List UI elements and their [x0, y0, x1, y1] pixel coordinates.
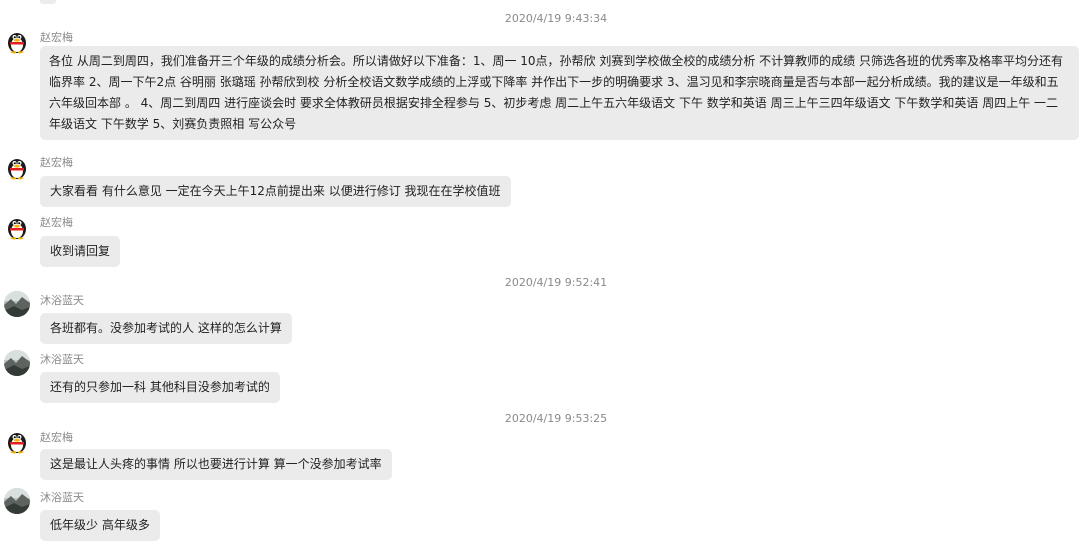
- sender-name: 赵宏梅: [40, 156, 73, 169]
- landscape-photo-avatar-icon[interactable]: [4, 350, 30, 376]
- sender-name: 沐浴蓝天: [40, 294, 84, 307]
- message-bubble[interactable]: 这是最让人头疼的事情 所以也要进行计算 算一个没参加考试率: [40, 449, 392, 480]
- landscape-photo-avatar-icon[interactable]: [4, 291, 30, 317]
- message-bubble[interactable]: 低年级少 高年级多: [40, 510, 160, 541]
- timestamp: 2020/4/19 9:52:41: [504, 276, 608, 289]
- timestamp: 2020/4/19 9:43:34: [504, 12, 608, 25]
- sender-name: 沐浴蓝天: [40, 353, 84, 366]
- timestamp: 2020/4/19 9:53:25: [504, 412, 608, 425]
- message-bubble[interactable]: 大家看看 有什么意见 一定在今天上午12点前提出来 以便进行修订 我现在在学校值…: [40, 176, 511, 207]
- message-bubble[interactable]: 各班都有。没参加考试的人 这样的怎么计算: [40, 313, 292, 344]
- sender-name: 赵宏梅: [40, 216, 73, 229]
- sender-name: 赵宏梅: [40, 31, 73, 44]
- landscape-photo-avatar-icon[interactable]: [4, 488, 30, 514]
- previous-message-bubble-edge: [40, 0, 56, 4]
- sender-name: 沐浴蓝天: [40, 491, 84, 504]
- qq-penguin-avatar-icon[interactable]: [4, 428, 30, 454]
- message-bubble[interactable]: 收到请回复: [40, 236, 121, 267]
- sender-name: 赵宏梅: [40, 431, 73, 444]
- qq-penguin-avatar-icon[interactable]: [4, 154, 30, 180]
- qq-penguin-avatar-icon[interactable]: [4, 28, 30, 54]
- message-bubble[interactable]: 各位 从周二到周四，我们准备开三个年级的成绩分析会。所以请做好以下准备：1、周一…: [40, 46, 1079, 140]
- qq-penguin-avatar-icon[interactable]: [4, 214, 30, 240]
- message-bubble[interactable]: 还有的只参加一科 其他科目没参加考试的: [40, 372, 280, 403]
